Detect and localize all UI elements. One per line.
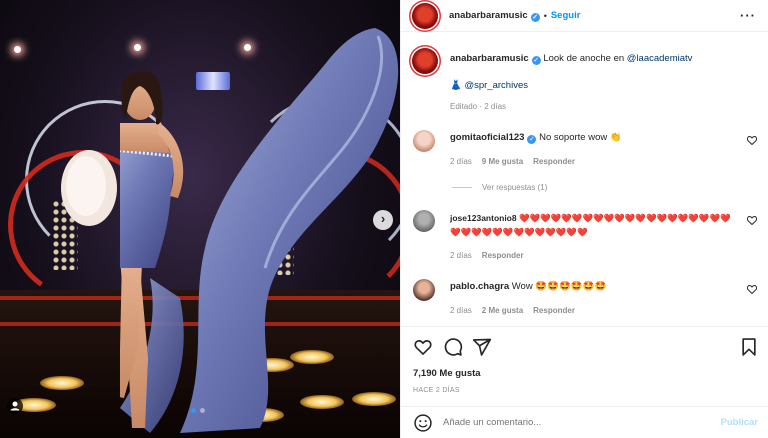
comment-meta: 2 días 9 Me gusta Responder [450,157,575,166]
more-options-icon[interactable]: ··· [740,8,756,23]
likes-count[interactable]: 7,190 Me gusta [413,368,481,379]
comment-age: 2 días [450,306,472,315]
carousel-dot-active [191,408,196,413]
comment-item: gomitaoficial123 ✓ No soporte wow 👏 2 día… [412,130,757,200]
verified-badge-icon: ✓ [531,56,541,65]
commenter-avatar[interactable] [413,130,435,152]
caption-username[interactable]: anabarbaramusic [450,53,529,64]
reply-button[interactable]: Responder [482,251,524,260]
caption-text: anabarbaramusic ✓ Look de anoche en @laac… [450,52,741,66]
comment-meta: 2 días Responder [450,251,524,260]
commenter-avatar[interactable] [413,210,435,232]
post-details-panel: anabarbaramusic ✓ • Seguir ··· anabarbara… [400,0,768,438]
like-comment-heart-icon[interactable] [747,285,757,294]
commenter-username[interactable]: jose123antonio8 [450,213,517,223]
comment-bubble-icon[interactable] [443,337,463,357]
comment-body: No soporte wow 👏 [539,132,622,143]
stage-lamp [14,46,21,53]
caption-mention-link[interactable]: @laacademiatv [627,53,693,64]
reply-button[interactable]: Responder [533,306,575,315]
comment-text: jose123antonio8 ❤️❤️❤️❤️❤️❤️❤️❤️❤️❤️❤️❤️… [450,211,741,239]
dress-emoji: 👗 [450,80,462,91]
caption-body: Look de anoche en [543,53,627,64]
replies-divider [452,187,472,189]
comment-text: pablo.chagra Wow 🤩🤩🤩🤩🤩🤩 [450,280,741,294]
share-send-icon[interactable] [472,337,492,357]
comment-age: 2 días [450,157,472,166]
like-comment-heart-icon[interactable] [747,136,757,145]
comment-likes[interactable]: 9 Me gusta [482,157,523,166]
caption-author-avatar[interactable] [412,48,438,74]
comment-item: jose123antonio8 ❤️❤️❤️❤️❤️❤️❤️❤️❤️❤️❤️❤️… [412,210,757,266]
author-avatar[interactable] [412,2,438,29]
like-heart-icon[interactable] [413,337,433,357]
caption-edited-time: Editado · 2 días [450,102,507,111]
like-comment-heart-icon[interactable] [747,216,757,225]
commenter-username[interactable]: pablo.chagra [450,281,509,292]
floor-spot [40,376,84,390]
post-photo[interactable]: › [0,0,400,438]
follow-button[interactable]: Seguir [551,10,581,21]
verified-badge-icon: ✓ [530,12,540,22]
carousel-indicator [191,408,205,413]
singer-in-gown-figure [120,28,399,433]
comment-meta: 2 días 2 Me gusta Responder [450,306,575,315]
post-date: HACE 2 DÍAS [413,387,460,394]
comments-list[interactable]: anabarbaramusic ✓ Look de anoche en @laac… [401,33,768,325]
header-separator: • [543,10,547,21]
carousel-dot [200,408,205,413]
caption-line-2: 👗 @spr_archives [450,79,741,93]
comment-age: 2 días [450,251,472,260]
author-username[interactable]: anabarbaramusic ✓ [449,10,540,22]
save-bookmark-icon[interactable] [739,337,759,357]
commenter-username[interactable]: gomitaoficial123 [450,132,524,143]
comment-input[interactable] [443,417,693,428]
post-caption: anabarbaramusic ✓ Look de anoche en @laac… [412,48,757,128]
reply-button[interactable]: Responder [533,157,575,166]
publish-button[interactable]: Publicar [721,417,759,428]
post-header: anabarbaramusic ✓ • Seguir ··· [401,0,768,32]
instagram-post-view: › anabarbaramusic ✓ • Seguir ··· anabarba… [0,0,768,438]
emoji-picker-icon[interactable] [413,413,433,433]
feather-fan [61,150,117,226]
caption-credit-link[interactable]: @spr_archives [464,80,528,91]
comment-text: gomitaoficial123 ✓ No soporte wow 👏 [450,131,741,145]
comment-likes[interactable]: 2 Me gusta [482,306,523,315]
verified-badge-icon: ✓ [527,135,537,144]
view-replies-button[interactable]: Ver respuestas (1) [452,183,547,192]
user-tags-icon[interactable] [7,398,23,414]
commenter-avatar[interactable] [413,279,435,301]
post-actions: 7,190 Me gusta HACE 2 DÍAS [401,326,768,406]
add-comment-bar: Publicar [401,406,768,438]
comment-body: Wow 🤩🤩🤩🤩🤩🤩 [511,281,607,292]
comment-item: pablo.chagra Wow 🤩🤩🤩🤩🤩🤩 2 días 2 Me gusta… [412,279,757,325]
carousel-next-button[interactable]: › [373,210,393,230]
